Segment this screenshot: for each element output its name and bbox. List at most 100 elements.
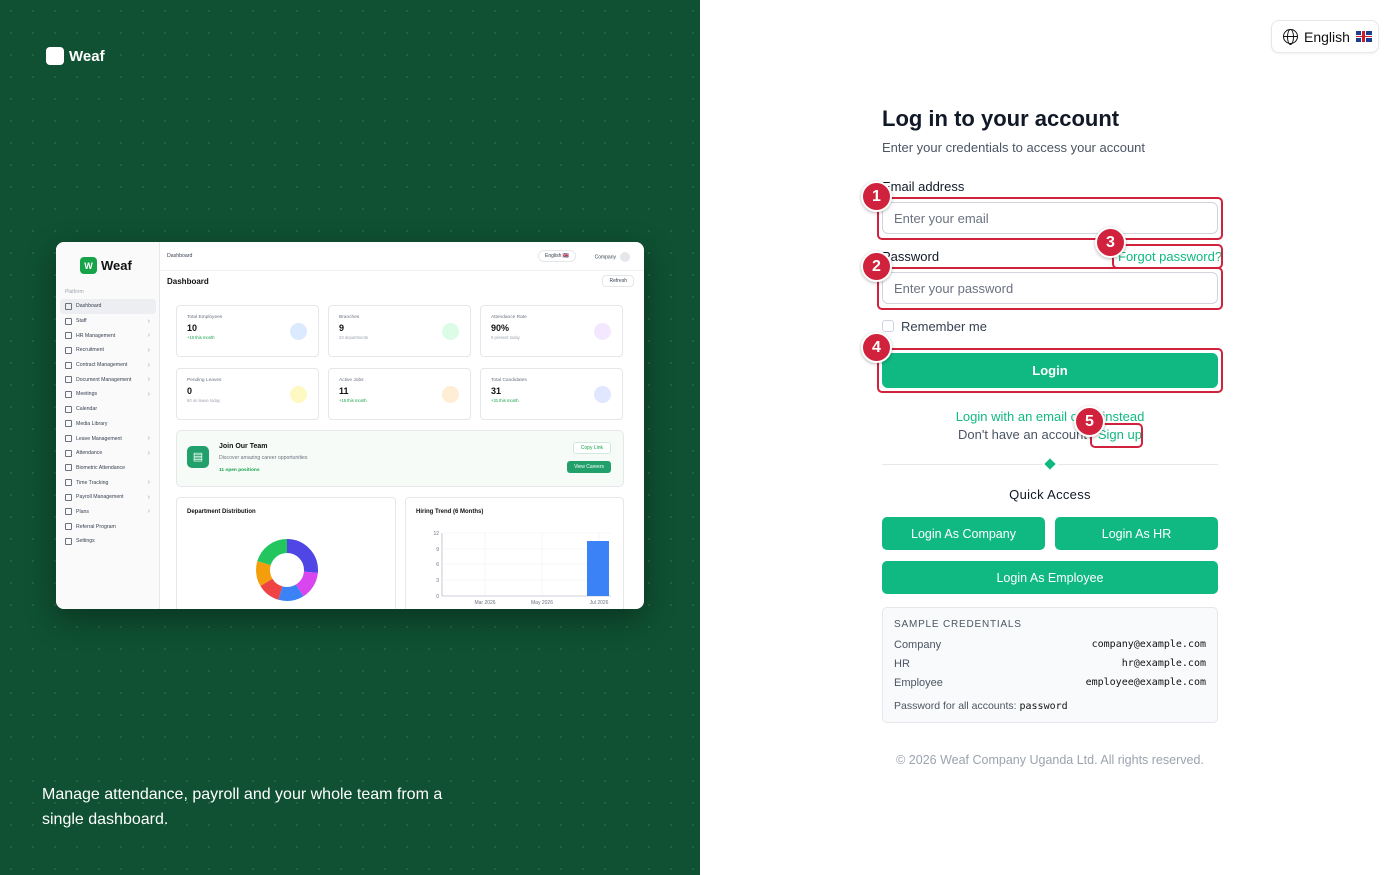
preview-stat-card: Attendance Rate 90% 9 present today <box>480 305 623 357</box>
globe-icon <box>1283 29 1298 45</box>
stat-sub: 9 present today <box>491 335 520 340</box>
join-title: Join Our Team <box>219 443 268 450</box>
preview-nav-item: Document Management <box>60 372 156 387</box>
credentials-title: SAMPLE CREDENTIALS <box>894 619 1022 630</box>
no-account-text: Don't have an account? <box>958 427 1095 442</box>
preview-nav-item: Recruitment <box>60 343 156 358</box>
preview-topbar: Dashboard English 🇬🇧 Company <box>160 242 644 271</box>
x-tick: May 2026 <box>531 600 553 606</box>
preview-nav-item: Dashboard <box>60 299 156 314</box>
preview-logo-text: Weaf <box>101 258 132 273</box>
y-tick: 9 <box>436 547 439 553</box>
page-title: Log in to your account <box>882 106 1120 131</box>
highlight-password <box>877 267 1223 310</box>
credential-row: Company company@example.com <box>894 639 1206 651</box>
preview-nav-item: HR Management <box>60 328 156 343</box>
preview-stat-card: Pending Leaves 0 60 on leave today <box>176 368 319 420</box>
highlight-forgot <box>1112 244 1223 269</box>
login-as-company-button[interactable]: Login As Company <box>882 517 1045 550</box>
preview-nav-item: Media Library <box>60 417 156 432</box>
remember-label: Remember me <box>901 319 987 334</box>
credential-role: Employee <box>894 677 943 689</box>
highlight-email <box>877 197 1223 240</box>
x-tick: Jul 2026 <box>590 600 609 606</box>
briefcase-icon: ▤ <box>187 446 209 468</box>
divider-left <box>882 464 1042 465</box>
annotation-badge: 3 <box>1095 227 1126 258</box>
dashboard-preview: W Weaf Platform DashboardStaffHR Managem… <box>56 242 644 609</box>
y-tick: 12 <box>433 531 439 537</box>
hiring-bar <box>587 541 609 596</box>
tagline: Manage attendance, payroll and your whol… <box>42 786 443 828</box>
login-as-hr-button[interactable]: Login As HR <box>1055 517 1218 550</box>
credential-role: Company <box>894 639 942 651</box>
language-selector[interactable]: English <box>1271 20 1379 53</box>
preview-stat-card: Branches 9 23 departments <box>328 305 471 357</box>
stat-sub: +31 this month <box>491 398 519 403</box>
stat-sub: 23 departments <box>339 335 369 340</box>
login-as-employee-button[interactable]: Login As Employee <box>882 561 1218 594</box>
y-tick: 0 <box>436 594 439 600</box>
password-note-value: password <box>1019 701 1068 712</box>
highlight-login <box>877 348 1223 393</box>
preview-logo-icon: W <box>80 257 97 274</box>
stat-icon <box>290 386 307 403</box>
preview-hiring-panel: Hiring Trend (6 Months) 12 9 6 3 0 Mar 2… <box>405 497 624 609</box>
join-view: View Careers <box>567 461 611 473</box>
sample-credentials: SAMPLE CREDENTIALS Company company@examp… <box>882 607 1218 723</box>
uk-flag-icon <box>1355 31 1372 42</box>
preview-sidebar: W Weaf Platform DashboardStaffHR Managem… <box>56 242 160 609</box>
remember-checkbox[interactable] <box>882 320 894 332</box>
brand-logo: Weaf <box>46 47 105 65</box>
stat-icon <box>594 323 611 340</box>
preview-join-card: ▤ Join Our Team Discover amazing career … <box>176 430 624 487</box>
preview-title: Dashboard <box>167 277 209 286</box>
preview-stat-card: Active Jobs 11 +15 this month <box>328 368 471 420</box>
quick-access-title: Quick Access <box>1009 487 1091 502</box>
y-tick: 3 <box>436 578 439 584</box>
preview-nav-item: Settings <box>60 534 156 549</box>
stat-label: Branches <box>339 315 360 320</box>
credential-email: company@example.com <box>1091 639 1206 650</box>
preview-stat-card: Total Candidates 31 +31 this month <box>480 368 623 420</box>
email-label: Email address <box>882 179 965 194</box>
y-tick: 6 <box>436 562 439 568</box>
preview-dept-panel: Department Distribution <box>176 497 396 609</box>
annotation-badge: 4 <box>861 332 892 363</box>
stat-label: Total Employees <box>187 315 223 320</box>
stat-label: Total Candidates <box>491 378 527 383</box>
stat-label: Pending Leaves <box>187 378 222 383</box>
credential-email: employee@example.com <box>1085 677 1206 688</box>
divider-right <box>1058 464 1218 465</box>
dept-donut <box>256 539 318 601</box>
preview-logo: W Weaf <box>80 257 132 274</box>
page-subtitle: Enter your credentials to access your ac… <box>882 140 1146 155</box>
password-note-text: Password for all accounts: <box>894 700 1017 712</box>
stat-label: Attendance Rate <box>491 315 527 320</box>
language-label: English <box>1304 28 1350 45</box>
credential-role: HR <box>894 658 910 670</box>
credential-row: Employee employee@example.com <box>894 677 1206 689</box>
stat-sub: +15 this month <box>339 398 367 403</box>
stat-sub: +10 this month <box>187 335 215 340</box>
brand-panel: Weaf W Weaf Platform DashboardStaffHR Ma… <box>0 0 700 875</box>
join-open: 11 open positions <box>219 468 260 473</box>
preview-platform-label: Platform <box>65 289 84 295</box>
preview-nav-item: Payroll Management <box>60 490 156 505</box>
preview-nav-item: Plans <box>60 505 156 520</box>
password-note: Password for all accounts: password <box>894 700 1068 712</box>
preview-nav-item: Meetings <box>60 387 156 402</box>
join-copy: Copy Link <box>572 442 611 454</box>
preview-nav-item: Referral Program <box>60 519 156 534</box>
preview-nav-item: Biometric Attendance <box>60 461 156 476</box>
signup-row: Don't have an account? Sign up <box>882 427 1218 442</box>
logo-icon <box>46 47 64 65</box>
preview-nav-item: Time Tracking <box>60 475 156 490</box>
join-desc: Discover amazing career opportunities <box>219 455 308 461</box>
stat-label: Active Jobs <box>339 378 364 383</box>
brand-name: Weaf <box>69 47 105 65</box>
preview-nav: DashboardStaffHR ManagementRecruitmentCo… <box>60 299 156 549</box>
credential-row: HR hr@example.com <box>894 658 1206 670</box>
footer: © 2026 Weaf Company Uganda Ltd. All righ… <box>896 753 1204 767</box>
email-code-link[interactable]: Login with an email code instead <box>882 409 1218 424</box>
